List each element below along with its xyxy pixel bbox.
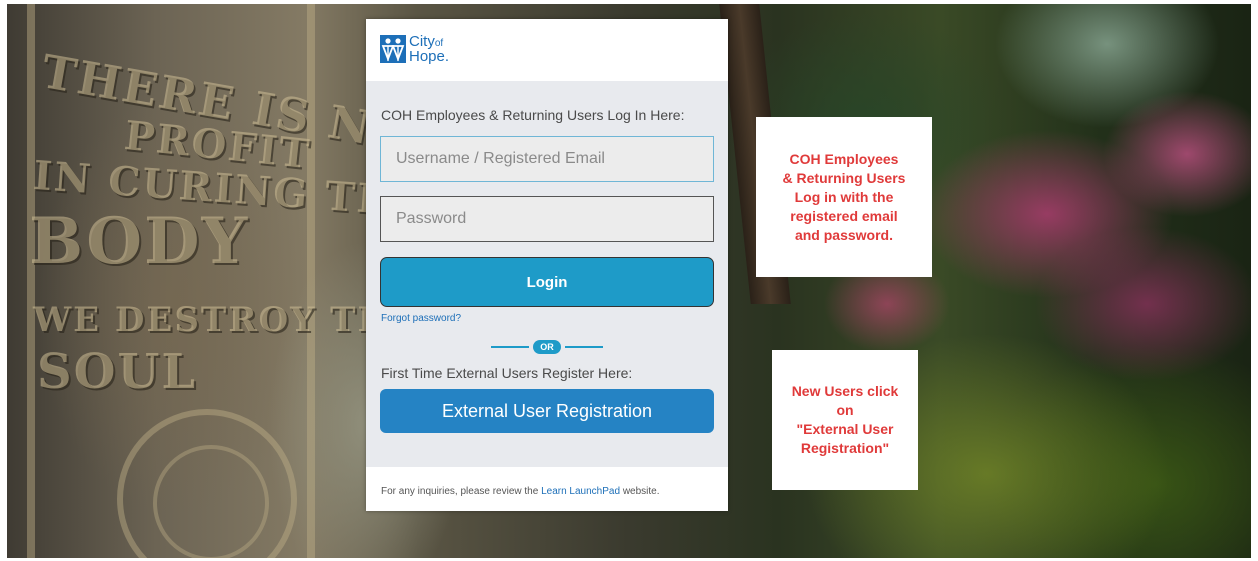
new-users-callout: New Users click on "External User Regist…	[772, 350, 918, 490]
callout-line: COH Employees	[789, 150, 899, 167]
learn-launchpad-link[interactable]: Learn LaunchPad	[541, 486, 620, 497]
gate-word: BODY	[29, 204, 250, 279]
logo-wordmark: Cityof Hope.	[409, 33, 450, 65]
callout-line: New Users click	[791, 383, 899, 399]
gate-emblem	[117, 409, 297, 558]
callout-line: Log in with the	[794, 188, 894, 205]
callout-line: on	[836, 402, 854, 418]
logo-figures-icon	[380, 35, 406, 63]
divider-line	[491, 346, 530, 348]
card-footer: For any inquiries, please review the Lea…	[366, 467, 728, 511]
footer-text-prefix: For any inquiries, please review the	[381, 486, 542, 497]
returning-users-callout: COH Employees & Returning Users Log in w…	[756, 117, 932, 277]
register-heading: First Time External Users Register Here:	[381, 365, 633, 381]
login-card: Cityof Hope. COH Employees & Returning U…	[366, 19, 728, 511]
gate-word: SOUL	[37, 344, 198, 400]
callout-line: Registration"	[800, 440, 890, 456]
password-input[interactable]	[380, 196, 714, 242]
gate-post	[27, 4, 35, 558]
external-user-registration-button[interactable]: External User Registration	[380, 389, 714, 433]
callout-line: & Returning Users	[782, 169, 906, 186]
login-button[interactable]: Login	[380, 257, 714, 307]
forgot-password-link[interactable]: Forgot password?	[381, 313, 461, 324]
callout-line: "External User	[796, 421, 894, 437]
callout-line: and password.	[794, 226, 893, 243]
login-heading: COH Employees & Returning Users Log In H…	[381, 107, 685, 123]
username-input[interactable]	[380, 136, 714, 182]
or-divider: OR	[491, 339, 603, 355]
card-header: Cityof Hope.	[366, 19, 728, 81]
divider-line	[564, 346, 603, 348]
callout-line: registered email	[790, 207, 898, 224]
gate-post	[307, 4, 315, 558]
footer-text-suffix: website.	[620, 486, 660, 497]
city-of-hope-logo: Cityof Hope.	[380, 33, 450, 65]
gate-word: WE DESTROY THE	[33, 300, 420, 340]
or-badge: OR	[533, 340, 561, 354]
